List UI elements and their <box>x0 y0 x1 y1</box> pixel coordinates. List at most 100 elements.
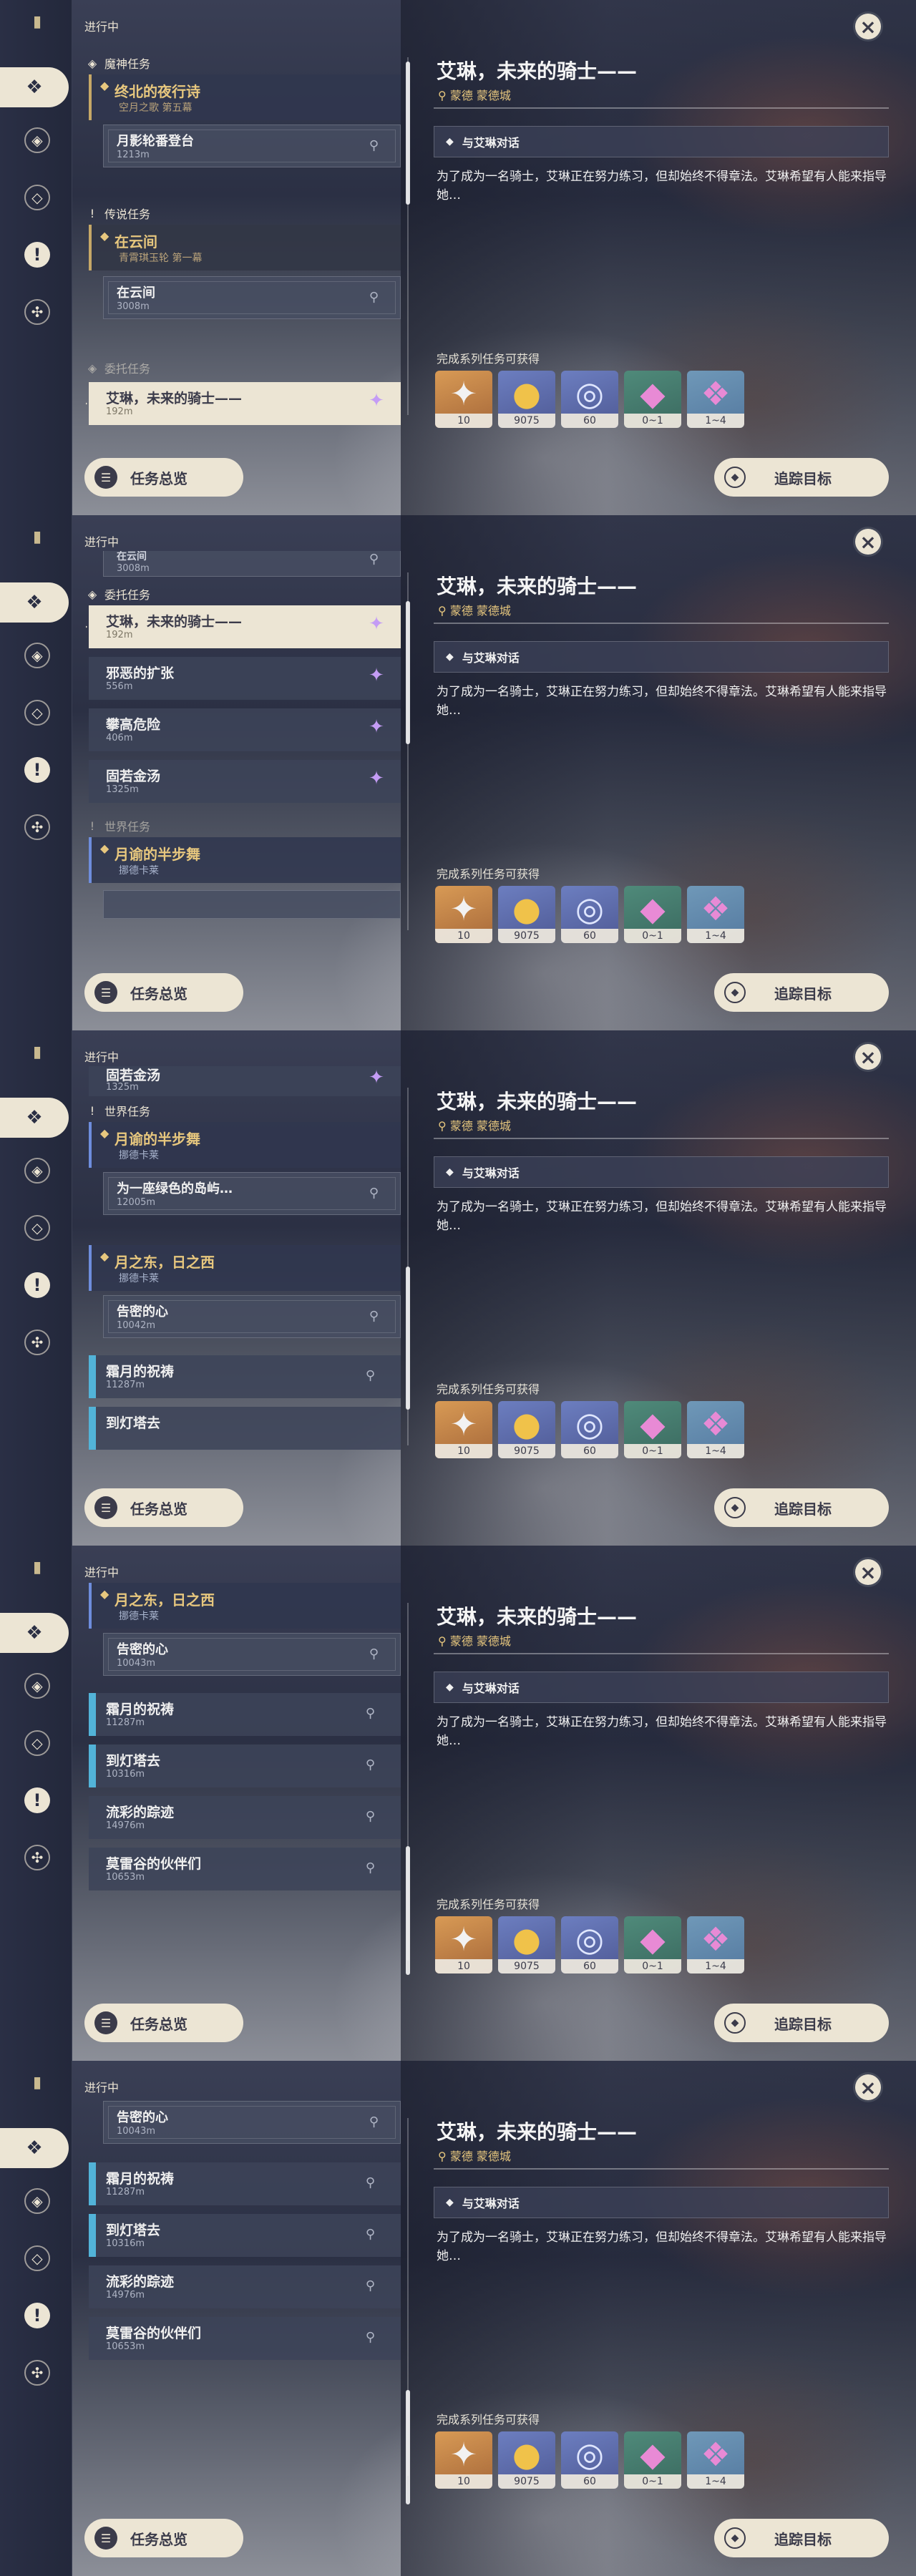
quest-list[interactable]: 在云间 3008m ⚲ ◈ 委托任务 艾琳，未来的骑士—— 192m ✦ 邪恶的扩… <box>86 551 401 952</box>
list-item[interactable]: 莫雷谷的伙伴们 10653m ⚲ <box>89 2317 401 2360</box>
close-button[interactable]: × <box>853 527 883 557</box>
quest-archon[interactable]: ◆ 终北的夜行诗 空月之歌 第五幕 <box>89 74 401 120</box>
reward-mora[interactable]: ● 9075 <box>498 371 555 428</box>
story-tab-icon[interactable]: ◇ <box>24 185 50 210</box>
quest-world[interactable]: ◆ 月之东，日之西 挪德卡莱 <box>89 1245 401 1291</box>
commission-tab-icon[interactable]: ❖ <box>0 2128 69 2168</box>
scrollbar[interactable] <box>406 1846 410 1975</box>
track-target-button[interactable]: ◆ 追踪目标 <box>714 1488 889 1527</box>
book-icon[interactable]: ▮ <box>21 6 53 37</box>
list-item[interactable]: 固若金汤 1325m ✦ <box>89 1066 401 1096</box>
event-tab-icon[interactable]: ✣ <box>24 1330 50 1355</box>
list-item[interactable]: 到灯塔去 10316m ⚲ <box>89 1745 401 1787</box>
close-button[interactable]: × <box>853 1042 883 1072</box>
list-item[interactable]: 攀高危险 406m ✦ <box>89 708 401 751</box>
quest-legend[interactable]: ◆ 在云间 青霄琪玉轮 第一幕 <box>89 225 401 270</box>
archon-tab-icon[interactable]: ◈ <box>24 1158 50 1184</box>
quest-list[interactable]: 固若金汤 1325m ✦ ! 世界任务 ◆ 月谕的半步舞 挪德卡莱 为一座绿色的岛… <box>86 1066 401 1467</box>
archon-tab-icon[interactable]: ◈ <box>24 643 50 668</box>
archon-tab-icon[interactable]: ◈ <box>24 2188 50 2214</box>
story-tab-icon[interactable]: ◇ <box>24 2245 50 2271</box>
list-item[interactable]: 到灯塔去 <box>89 1407 401 1450</box>
quest-list[interactable]: 告密的心 10043m ⚲ 霜月的祝祷 11287m ⚲ 到灯塔去 10316m… <box>86 2097 401 2497</box>
list-item[interactable]: 固若金汤 1325m ✦ <box>89 760 401 803</box>
reward-mora[interactable]: ● 9075 <box>498 2431 555 2489</box>
quest-overview-button[interactable]: ☰ 任务总览 <box>84 1488 243 1527</box>
quest-overview-button[interactable]: ☰ 任务总览 <box>84 2519 243 2557</box>
track-target-button[interactable]: ◆ 追踪目标 <box>714 2004 889 2042</box>
reward-primogem[interactable]: ✦ 10 <box>435 2431 492 2489</box>
archon-tab-icon[interactable]: ◈ <box>24 127 50 153</box>
list-item[interactable]: 艾琳，未来的骑士—— 192m ✦ <box>86 605 401 648</box>
track-target-button[interactable]: ◆ 追踪目标 <box>714 973 889 1012</box>
quest-overview-button[interactable]: ☰ 任务总览 <box>84 973 243 1012</box>
reward-crystal[interactable]: ◆ 0~1 <box>624 1401 681 1458</box>
scrollbar[interactable] <box>406 62 410 205</box>
close-button[interactable]: × <box>853 2072 883 2102</box>
scrollbar[interactable] <box>406 2390 410 2504</box>
world-tab-icon[interactable]: ! <box>24 242 50 268</box>
reward-crystal-cluster[interactable]: ❖ 1~4 <box>687 371 744 428</box>
reward-mora[interactable]: ● 9075 <box>498 1401 555 1458</box>
list-item[interactable]: 艾琳，未来的骑士—— 192m ✦ <box>86 382 401 425</box>
quest-list[interactable]: ◈ 魔神任务 ◆ 终北的夜行诗 空月之歌 第五幕 月影轮番登台 1213m ⚲ !… <box>86 36 401 436</box>
event-tab-icon[interactable]: ✣ <box>24 2360 50 2386</box>
reward-crystal-cluster[interactable]: ❖ 1~4 <box>687 2431 744 2489</box>
quest-step[interactable]: 告密的心 10042m ⚲ <box>103 1295 401 1338</box>
reward-crystal-cluster[interactable]: ❖ 1~4 <box>687 886 744 943</box>
world-tab-icon[interactable]: ! <box>24 757 50 783</box>
commission-tab-icon[interactable]: ❖ <box>0 1613 69 1653</box>
quest-step[interactable]: 月影轮番登台 1213m ⚲ <box>103 125 401 167</box>
scrollbar[interactable] <box>406 1267 410 1410</box>
reward-crystal-cluster[interactable]: ❖ 1~4 <box>687 1916 744 1974</box>
reward-crystal[interactable]: ◆ 0~1 <box>624 2431 681 2489</box>
list-item[interactable]: 到灯塔去 10316m ⚲ <box>89 2214 401 2257</box>
quest-step[interactable] <box>103 890 401 919</box>
quest-step[interactable]: 在云间 3008m ⚲ <box>103 551 401 577</box>
quest-step[interactable]: 为一座绿色的岛屿… 12005m ⚲ <box>103 1172 401 1215</box>
commission-tab-icon[interactable]: ❖ <box>0 1098 69 1138</box>
quest-step[interactable]: 在云间 3008m ⚲ <box>103 276 401 319</box>
quest-world[interactable]: ◆ 月谕的半步舞 挪德卡莱 <box>89 837 401 883</box>
close-button[interactable]: × <box>853 11 883 42</box>
reward-exp[interactable]: ◎ 60 <box>561 371 618 428</box>
quest-overview-button[interactable]: ☰ 任务总览 <box>84 2004 243 2042</box>
book-icon[interactable]: ▮ <box>21 1551 53 1583</box>
world-tab-icon[interactable]: ! <box>24 1272 50 1298</box>
track-target-button[interactable]: ◆ 追踪目标 <box>714 458 889 497</box>
list-item[interactable]: 霜月的祝祷 11287m ⚲ <box>89 1355 401 1398</box>
quest-world[interactable]: ◆ 月之东，日之西 挪德卡莱 <box>89 1583 401 1629</box>
event-tab-icon[interactable]: ✣ <box>24 1845 50 1870</box>
book-icon[interactable]: ▮ <box>21 2067 53 2098</box>
commission-tab-icon[interactable]: ❖ <box>0 582 69 623</box>
close-button[interactable]: × <box>853 1557 883 1587</box>
list-item[interactable]: 流彩的踪迹 14976m ⚲ <box>89 2265 401 2308</box>
list-item[interactable]: 邪恶的扩张 556m ✦ <box>89 657 401 700</box>
reward-exp[interactable]: ◎ 60 <box>561 1401 618 1458</box>
book-icon[interactable]: ▮ <box>21 521 53 552</box>
reward-crystal-cluster[interactable]: ❖ 1~4 <box>687 1401 744 1458</box>
scrollbar[interactable] <box>406 601 410 744</box>
list-item[interactable]: 莫雷谷的伙伴们 10653m ⚲ <box>89 1848 401 1890</box>
reward-primogem[interactable]: ✦ 10 <box>435 1401 492 1458</box>
quest-overview-button[interactable]: ☰ 任务总览 <box>84 458 243 497</box>
track-target-button[interactable]: ◆ 追踪目标 <box>714 2519 889 2557</box>
event-tab-icon[interactable]: ✣ <box>24 299 50 325</box>
reward-crystal[interactable]: ◆ 0~1 <box>624 886 681 943</box>
story-tab-icon[interactable]: ◇ <box>24 700 50 726</box>
story-tab-icon[interactable]: ◇ <box>24 1215 50 1241</box>
reward-primogem[interactable]: ✦ 10 <box>435 886 492 943</box>
event-tab-icon[interactable]: ✣ <box>24 814 50 840</box>
book-icon[interactable]: ▮ <box>21 1036 53 1068</box>
reward-exp[interactable]: ◎ 60 <box>561 1916 618 1974</box>
quest-list[interactable]: ◆ 月之东，日之西 挪德卡莱 告密的心 10043m ⚲ 霜月的祝祷 11287… <box>86 1581 401 1982</box>
quest-step[interactable]: 告密的心 10043m ⚲ <box>103 1633 401 1676</box>
world-tab-icon[interactable]: ! <box>24 1787 50 1813</box>
reward-crystal[interactable]: ◆ 0~1 <box>624 1916 681 1974</box>
reward-exp[interactable]: ◎ 60 <box>561 886 618 943</box>
reward-primogem[interactable]: ✦ 10 <box>435 1916 492 1974</box>
list-item[interactable]: 霜月的祝祷 11287m ⚲ <box>89 2162 401 2205</box>
story-tab-icon[interactable]: ◇ <box>24 1730 50 1756</box>
reward-mora[interactable]: ● 9075 <box>498 1916 555 1974</box>
list-item[interactable]: 霜月的祝祷 11287m ⚲ <box>89 1693 401 1736</box>
